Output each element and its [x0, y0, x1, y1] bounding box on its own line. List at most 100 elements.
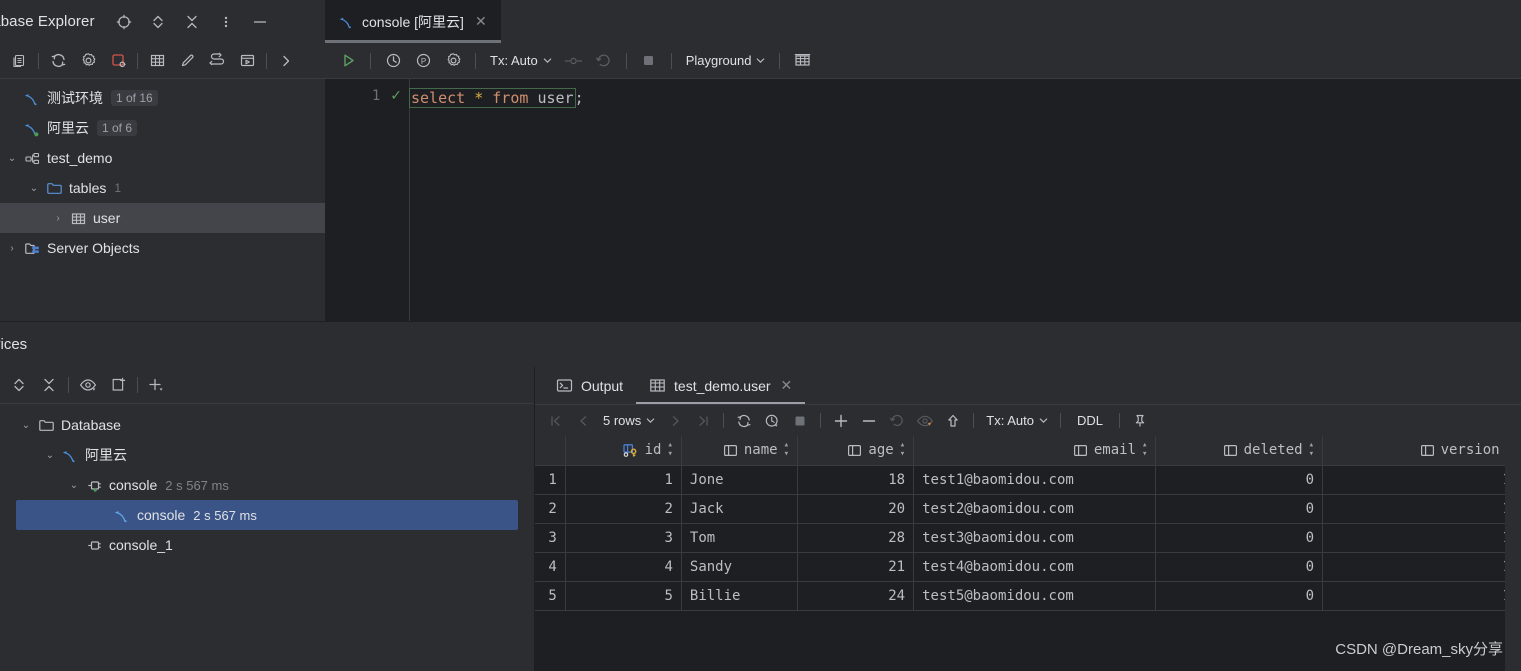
column-header-id[interactable]: id ▴ ▾: [565, 436, 682, 466]
table-row[interactable]: 5 5 Billie 24 test5@baomidou.com 0 1: [535, 581, 1505, 611]
collapse-all-icon[interactable]: [34, 372, 64, 398]
cell-deleted[interactable]: 0: [1155, 581, 1324, 611]
sync-icon[interactable]: [43, 48, 73, 74]
cell-age[interactable]: 24: [797, 581, 915, 611]
sort-arrows-icon[interactable]: ▴ ▾: [1142, 441, 1147, 459]
sql-editor[interactable]: 1 ✓ select * from user;: [325, 79, 1521, 322]
column-header-name[interactable]: name ▴ ▾: [681, 436, 799, 466]
copy-icon[interactable]: [4, 48, 34, 74]
cell-deleted[interactable]: 0: [1155, 552, 1324, 582]
services-item-console-session[interactable]: console 2 s 567 ms: [16, 500, 518, 530]
column-header-email[interactable]: email ▴ ▾: [913, 436, 1157, 466]
expand-all-icon[interactable]: [4, 372, 34, 398]
cell-id[interactable]: 4: [565, 552, 682, 582]
cell-age[interactable]: 20: [797, 494, 915, 524]
tree-item-tables[interactable]: ⌄ tables 1: [0, 173, 325, 203]
tree-arrow-expanded[interactable]: ⌄: [64, 480, 84, 491]
edit-pencil-icon[interactable]: [172, 48, 202, 74]
grid-vertical-scrollbar[interactable]: [1505, 436, 1521, 671]
show-hidden-icon[interactable]: [73, 372, 103, 398]
cell-deleted[interactable]: 0: [1155, 465, 1324, 495]
tree-arrow-collapsed[interactable]: ›: [2, 243, 22, 254]
tab-console-aliyun[interactable]: console [阿里云] ✕: [325, 0, 501, 43]
cell-age[interactable]: 28: [797, 523, 915, 553]
cell-version[interactable]: 1: [1322, 552, 1505, 582]
cell-name[interactable]: Billie: [681, 581, 799, 611]
settings-gear-icon[interactable]: [73, 48, 103, 74]
services-item-console-1[interactable]: console_1: [0, 530, 534, 560]
table-row[interactable]: 1 1 Jone 18 test1@baomidou.com 0 1: [535, 465, 1505, 495]
cell-version[interactable]: 1: [1322, 523, 1505, 553]
close-icon[interactable]: ✕: [475, 13, 487, 30]
tree-item-server-objects[interactable]: › Server Objects: [0, 233, 325, 263]
pin-tab-icon[interactable]: [1126, 409, 1154, 433]
cell-email[interactable]: test4@baomidou.com: [913, 552, 1157, 582]
add-row-icon[interactable]: [827, 409, 855, 433]
collapse-all-icon[interactable]: [183, 13, 201, 31]
cell-email[interactable]: test1@baomidou.com: [913, 465, 1157, 495]
page-timing-icon[interactable]: [758, 409, 786, 433]
result-grid-container[interactable]: id ▴ ▾ name ▴ ▾ age ▴ ▾ email ▴ ▾ delete…: [535, 436, 1505, 671]
submit-icon[interactable]: [939, 409, 967, 433]
close-icon[interactable]: ✕: [781, 377, 793, 394]
sort-arrows-icon[interactable]: ▴ ▾: [900, 441, 905, 459]
cell-name[interactable]: Jack: [681, 494, 799, 524]
cell-age[interactable]: 21: [797, 552, 915, 582]
cell-version[interactable]: 1: [1322, 465, 1505, 495]
cell-email[interactable]: test2@baomidou.com: [913, 494, 1157, 524]
column-header-age[interactable]: age ▴ ▾: [797, 436, 915, 466]
expand-all-icon[interactable]: [149, 13, 167, 31]
table-row[interactable]: 2 2 Jack 20 test2@baomidou.com 0 1: [535, 494, 1505, 524]
jump-to-icon[interactable]: [202, 48, 232, 74]
open-console-icon[interactable]: [232, 48, 262, 74]
sort-arrows-icon[interactable]: ▴ ▾: [667, 441, 672, 459]
cell-age[interactable]: 18: [797, 465, 915, 495]
add-window-icon[interactable]: [103, 372, 133, 398]
services-item-database[interactable]: ⌄ Database: [0, 410, 534, 440]
tree-arrow-collapsed[interactable]: ›: [48, 213, 68, 224]
ddl-button[interactable]: DDL: [1067, 413, 1113, 428]
crosshair-target-icon[interactable]: [115, 13, 133, 31]
tree-arrow-expanded[interactable]: ⌄: [24, 183, 44, 194]
run-play-icon[interactable]: [333, 48, 363, 74]
more-options-icon[interactable]: [217, 13, 235, 31]
cell-id[interactable]: 5: [565, 581, 682, 611]
column-header-deleted[interactable]: deleted ▴ ▾: [1155, 436, 1324, 466]
services-item-console-group[interactable]: ⌄ console 2 s 567 ms: [0, 470, 534, 500]
services-item-aliyun[interactable]: ⌄ 阿里云: [0, 440, 534, 470]
table-icon[interactable]: [142, 48, 172, 74]
minimize-icon[interactable]: [251, 13, 269, 31]
cell-version[interactable]: 1: [1322, 494, 1505, 524]
tree-item-test-env[interactable]: › 测试环境 1 of 16: [0, 83, 325, 113]
sort-arrows-icon[interactable]: ▴ ▾: [784, 441, 789, 459]
table-row[interactable]: 4 4 Sandy 21 test4@baomidou.com 0 1: [535, 552, 1505, 582]
row-count-dropdown[interactable]: 5 rows: [597, 410, 661, 432]
sort-arrows-icon[interactable]: ▴ ▾: [1309, 441, 1314, 459]
profiler-icon[interactable]: P: [408, 48, 438, 74]
plus-icon[interactable]: [142, 372, 172, 398]
cell-name[interactable]: Jone: [681, 465, 799, 495]
cell-name[interactable]: Sandy: [681, 552, 799, 582]
cell-email[interactable]: test3@baomidou.com: [913, 523, 1157, 553]
cell-deleted[interactable]: 0: [1155, 523, 1324, 553]
tree-item-test-demo[interactable]: ⌄ test_demo: [0, 143, 325, 173]
settings-gear-icon[interactable]: [438, 48, 468, 74]
cell-id[interactable]: 2: [565, 494, 682, 524]
table-row[interactable]: 3 3 Tom 28 test3@baomidou.com 0 1: [535, 523, 1505, 553]
tree-item-user-table[interactable]: › user: [0, 203, 325, 233]
cell-id[interactable]: 3: [565, 523, 682, 553]
cell-id[interactable]: 1: [565, 465, 682, 495]
cell-version[interactable]: 1: [1322, 581, 1505, 611]
tree-arrow-expanded[interactable]: ⌄: [2, 153, 22, 164]
stop-icon[interactable]: [786, 409, 814, 433]
query-history-icon[interactable]: [378, 48, 408, 74]
tree-arrow-expanded[interactable]: ⌄: [40, 450, 60, 461]
tab-test-demo-user[interactable]: test_demo.user ✕: [636, 367, 806, 404]
cell-email[interactable]: test5@baomidou.com: [913, 581, 1157, 611]
data-editor-icon[interactable]: [787, 48, 817, 74]
cell-deleted[interactable]: 0: [1155, 494, 1324, 524]
sql-statement[interactable]: select * from user;: [409, 87, 584, 109]
schema-selector-dropdown[interactable]: Playground: [679, 49, 773, 73]
chevron-right-icon[interactable]: [271, 48, 301, 74]
tree-arrow-expanded[interactable]: ⌄: [16, 420, 36, 431]
